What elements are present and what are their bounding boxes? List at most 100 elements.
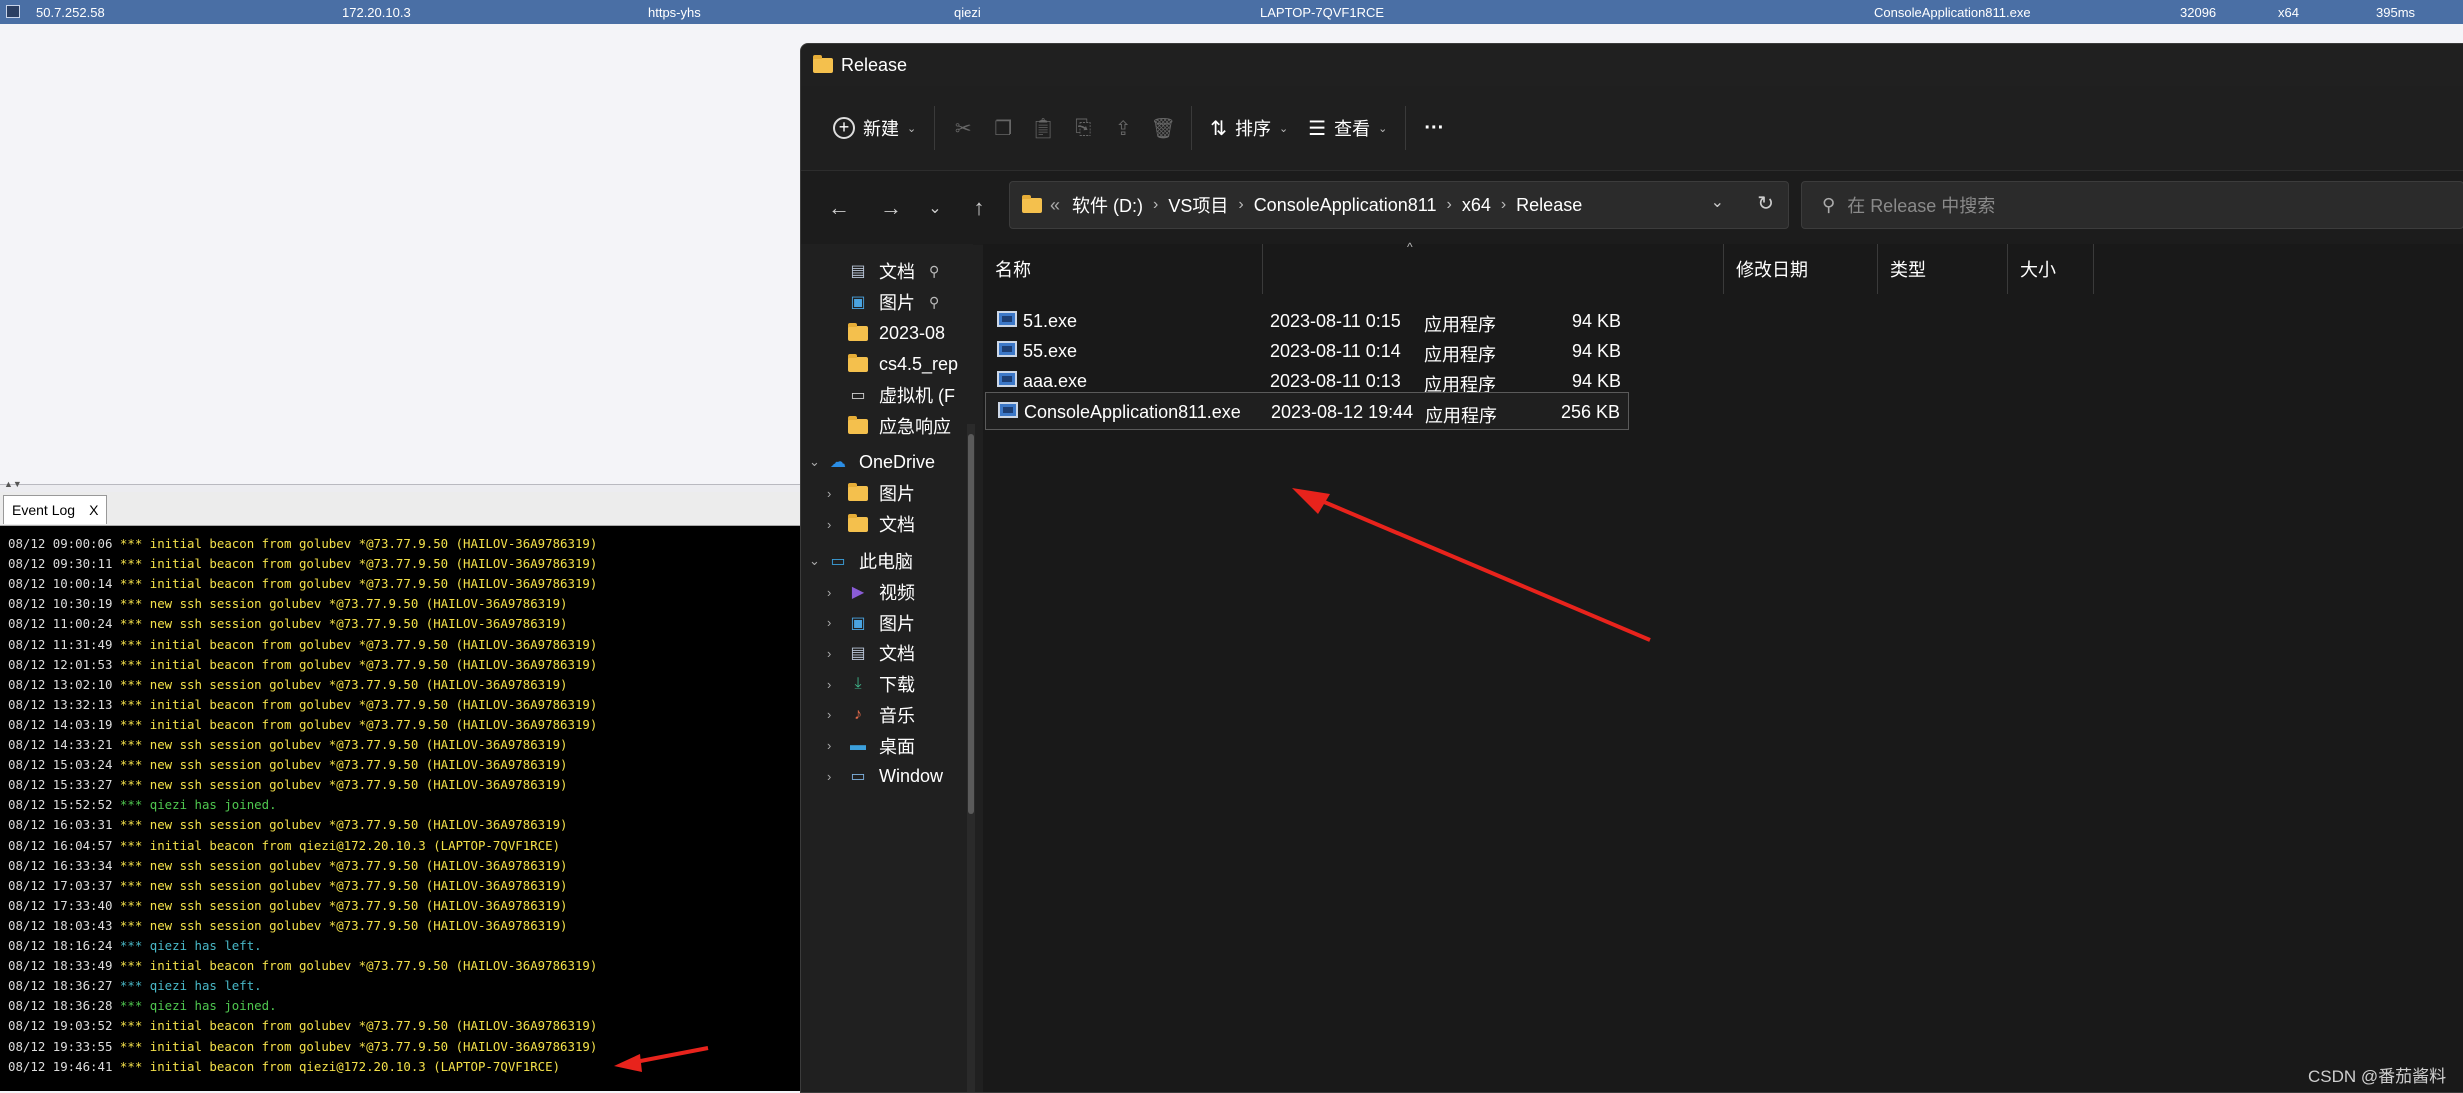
nav-item-label: 图片 <box>879 484 915 504</box>
breadcrumb-project[interactable]: ConsoleApplication811 <box>1254 195 1437 216</box>
tab-close-button[interactable]: X <box>89 496 98 524</box>
explorer-titlebar[interactable]: Release <box>801 44 2463 86</box>
nav-scrollbar-thumb[interactable] <box>968 434 974 814</box>
nav-item-this-pc-2[interactable]: › ▤ 文档 <box>827 638 915 668</box>
beacon-row[interactable]: 50.7.252.58 172.20.10.3 https-yhs qiezi … <box>0 0 2463 24</box>
event-log-message: *** qiezi has left. <box>119 938 262 953</box>
forward-arrow-icon[interactable]: → <box>865 195 917 221</box>
nav-item-this-pc-6[interactable]: › ▭ Window <box>827 761 943 791</box>
event-log-line: 08/12 13:02:10 *** new ssh session golub… <box>8 677 568 692</box>
paste-icon[interactable]: 📋︎ <box>1023 106 1063 150</box>
file-size: 94 KB <box>1571 311 1621 331</box>
nav-item-onedrive-1[interactable]: › 文档 <box>827 509 915 539</box>
download-icon: ⤓ <box>854 675 862 693</box>
folder-icon <box>847 513 869 534</box>
nav-item-onedrive[interactable]: ⌄ ☁ OneDrive <box>809 447 935 477</box>
nav-item-this-pc-5[interactable]: › ▬ 桌面 <box>827 731 915 761</box>
sort-icon: ⇅ <box>1210 117 1227 140</box>
event-log-timestamp: 08/12 19:03:52 <box>8 1018 113 1034</box>
folder-icon <box>847 353 869 374</box>
chevron-right-icon[interactable]: › <box>827 517 831 532</box>
tab-event-log[interactable]: Event Log X <box>3 495 108 524</box>
column-header-modified[interactable]: 修改日期 <box>1724 244 1878 294</box>
column-header-type-label: 类型 <box>1890 260 1926 280</box>
address-overflow-chevron[interactable]: « <box>1050 195 1060 216</box>
chevron-down-icon[interactable]: ⌄ <box>809 454 820 470</box>
event-log-message: *** qiezi has joined. <box>119 797 277 813</box>
picture-icon: ▣ <box>850 614 866 632</box>
beacon-external-ip: 50.7.252.58 <box>36 5 105 20</box>
onedrive-icon: ☁ <box>830 454 846 471</box>
breadcrumb-release[interactable]: Release <box>1516 195 1582 216</box>
chevron-right-icon[interactable]: › <box>827 738 831 753</box>
chevron-right-icon[interactable]: › <box>827 486 831 501</box>
nav-item-this-pc-0[interactable]: › ▶ 视频 <box>827 577 915 607</box>
chevron-right-icon[interactable]: › <box>827 646 831 661</box>
nav-item-this-pc-1[interactable]: › ▣ 图片 <box>827 608 915 638</box>
nav-item-label: 文档 <box>879 644 915 665</box>
event-log-message: *** initial beacon from golubev *@73.77.… <box>119 636 598 652</box>
file-name: 51.exe <box>1023 311 1078 331</box>
more-dots-icon: ··· <box>1424 116 1445 139</box>
event-log-line: 08/12 16:33:34 *** new ssh session golub… <box>8 858 568 873</box>
cut-icon[interactable]: ✂ <box>943 106 983 150</box>
nav-item-onedrive-0[interactable]: › 图片 <box>827 478 915 508</box>
sort-button[interactable]: ⇅ 排序 ⌄ <box>1200 106 1298 150</box>
file-modified: 2023-08-12 19:44 <box>1271 402 1414 422</box>
nav-scrollbar[interactable] <box>967 424 975 1092</box>
nav-item-quick-3[interactable]: cs4.5_rep <box>847 349 958 379</box>
folder-icon <box>1022 194 1042 213</box>
file-row[interactable]: ConsoleApplication811.exe 2023-08-12 19:4… <box>985 392 1629 430</box>
breadcrumb-x64[interactable]: x64 <box>1462 195 1491 216</box>
address-dropdown-chevron-icon[interactable]: ⌄ <box>1711 192 1724 212</box>
back-arrow-icon[interactable]: ← <box>813 195 865 221</box>
column-header-type[interactable]: 类型 <box>1878 244 2008 294</box>
chevron-right-icon[interactable]: › <box>827 707 831 722</box>
more-options-button[interactable]: ··· <box>1414 106 1454 150</box>
chevron-down-icon[interactable]: ⌄ <box>809 553 820 569</box>
nav-item-quick-2[interactable]: 2023-08 <box>847 318 945 348</box>
recent-locations-chevron-icon[interactable]: ⌄ <box>917 198 953 218</box>
refresh-icon[interactable]: ↻ <box>1757 191 1774 216</box>
windows-drive-icon: ▭ <box>850 768 866 786</box>
splitter-arrows-icon: ▲▼ <box>4 479 22 489</box>
nav-item-quick-5[interactable]: 应急响应 <box>847 411 951 441</box>
nav-item-label: 下载 <box>879 675 915 696</box>
chevron-right-icon[interactable]: › <box>827 615 831 630</box>
event-log-timestamp: 08/12 13:02:10 <box>8 676 113 692</box>
search-box[interactable]: ⚲ 在 Release 中搜索 <box>1801 181 2463 229</box>
nav-item-this-pc-4[interactable]: › ♪ 音乐 <box>827 700 915 730</box>
chevron-right-icon[interactable]: › <box>827 677 831 692</box>
breadcrumb-vs-projects[interactable]: VS项目 <box>1168 192 1228 218</box>
document-icon: ▤ <box>850 263 866 280</box>
share-icon[interactable]: ⇪ <box>1103 106 1143 150</box>
nav-item-quick-0[interactable]: ▤ 文档 ⚲ <box>847 256 939 286</box>
delete-icon[interactable]: 🗑︎ <box>1143 106 1183 150</box>
breadcrumb-drive[interactable]: 软件 (D:) <box>1072 192 1143 218</box>
nav-item-this-pc[interactable]: ⌄ ▭ 此电脑 <box>809 546 913 576</box>
rename-icon[interactable]: ⎘ <box>1063 106 1103 150</box>
event-log-line: 08/12 11:00:24 *** new ssh session golub… <box>8 616 568 631</box>
column-header-size[interactable]: 大小 <box>2008 244 2094 294</box>
nav-item-label: 文档 <box>879 262 915 282</box>
event-log-console[interactable]: 08/12 09:00:06 *** initial beacon from g… <box>0 526 800 1091</box>
event-log-timestamp: 08/12 16:04:57 <box>8 837 113 853</box>
event-log-timestamp: 08/12 09:00:06 <box>8 536 113 551</box>
event-log-timestamp: 08/12 14:33:21 <box>8 737 113 752</box>
new-button[interactable]: + 新建 ⌄ <box>823 106 926 150</box>
view-button[interactable]: ☰ 查看 ⌄ <box>1298 106 1397 150</box>
event-log-message: *** initial beacon from golubev *@73.77.… <box>119 696 598 712</box>
copy-icon[interactable]: ❐ <box>983 106 1023 150</box>
nav-item-label: 图片 <box>879 293 915 313</box>
address-bar[interactable]: « 软件 (D:) › VS项目 › ConsoleApplication811… <box>1009 181 1789 229</box>
nav-item-quick-1[interactable]: ▣ 图片 ⚲ <box>847 287 939 317</box>
nav-item-label: 桌面 <box>879 736 915 757</box>
event-log-timestamp: 08/12 18:16:24 <box>8 938 113 953</box>
chevron-right-icon[interactable]: › <box>827 769 831 784</box>
event-log-line: 08/12 19:03:52 *** initial beacon from g… <box>8 1018 597 1033</box>
nav-item-quick-4[interactable]: ▭ 虚拟机 (F <box>847 380 955 410</box>
up-arrow-icon[interactable]: ↑ <box>953 195 1005 221</box>
chevron-right-icon[interactable]: › <box>827 585 831 600</box>
breadcrumb-separator-icon: › <box>1446 196 1452 213</box>
nav-item-this-pc-3[interactable]: › ⤓ 下载 <box>827 669 915 699</box>
